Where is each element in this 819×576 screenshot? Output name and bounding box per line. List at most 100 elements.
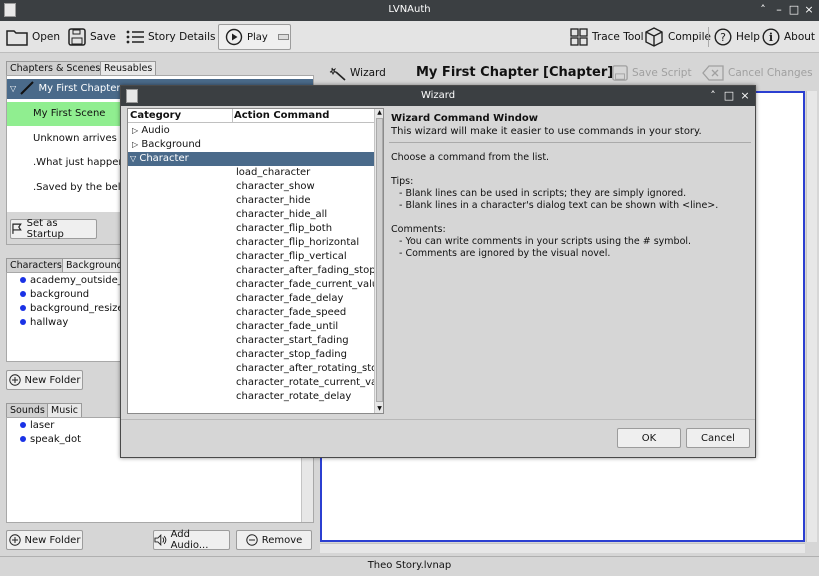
command-item[interactable]: character_flip_vertical bbox=[236, 250, 374, 264]
tab-characters[interactable]: Characters bbox=[6, 258, 66, 273]
command-item[interactable]: character_fade_until bbox=[236, 320, 374, 334]
help-button[interactable]: ? Help bbox=[714, 25, 760, 49]
trace-tool-button[interactable]: Trace Tool bbox=[570, 25, 644, 49]
tab-backgrounds[interactable]: Background bbox=[62, 258, 127, 273]
set-as-startup-button[interactable]: Set as Startup bbox=[10, 218, 97, 240]
dialog-footer-separator bbox=[121, 419, 755, 420]
tree-scrollbar[interactable]: ▲ ▼ bbox=[374, 109, 383, 413]
minimize-icon[interactable]: ˄ bbox=[756, 3, 770, 17]
command-item[interactable]: character_flip_horizontal bbox=[236, 236, 374, 250]
editor-vertical-scrollbar[interactable] bbox=[806, 91, 817, 542]
grid-icon bbox=[570, 28, 588, 46]
audio-item[interactable]: speak_dot bbox=[20, 434, 81, 445]
cancel-changes-button[interactable]: Cancel Changes bbox=[702, 61, 813, 85]
dialog-title-bar: Wizard ˄ □ × bbox=[121, 86, 755, 106]
command-item[interactable]: character_show bbox=[236, 180, 374, 194]
command-item[interactable]: character_fade_delay bbox=[236, 292, 374, 306]
command-item[interactable]: character_after_fading_stop bbox=[236, 264, 374, 278]
compile-button[interactable]: Compile bbox=[644, 25, 711, 49]
scroll-thumb[interactable] bbox=[376, 118, 383, 402]
save-script-button[interactable]: Save Script bbox=[612, 61, 692, 85]
ok-button[interactable]: OK bbox=[617, 428, 681, 448]
category-character[interactable]: ▽ Character bbox=[128, 152, 374, 166]
scroll-down-icon[interactable]: ▼ bbox=[375, 405, 383, 413]
tip-line: - Blank lines in a character's dialog te… bbox=[399, 200, 719, 211]
command-item[interactable]: character_hide bbox=[236, 194, 374, 208]
restore-icon[interactable]: – bbox=[772, 3, 786, 17]
category-audio[interactable]: ▷ Audio bbox=[128, 124, 374, 138]
chapter-name: My First Chapter bbox=[38, 83, 121, 94]
play-dropdown-icon[interactable] bbox=[277, 34, 289, 40]
command-item[interactable]: character_fade_speed bbox=[236, 306, 374, 320]
new-folder-button[interactable]: New Folder bbox=[6, 370, 83, 390]
command-item[interactable]: character_start_fading bbox=[236, 334, 374, 348]
command-item[interactable]: character_fade_current_value bbox=[236, 278, 374, 292]
story-details-button[interactable]: Story Details bbox=[126, 25, 215, 49]
chapter-heading: My First Chapter [Chapter] bbox=[416, 65, 614, 80]
image-item-label: background_resized bbox=[30, 303, 130, 314]
command-item[interactable]: character_rotate_delay bbox=[236, 390, 374, 404]
floppy-icon bbox=[612, 65, 628, 81]
dialog-close-icon[interactable]: × bbox=[738, 89, 752, 103]
new-folder-label: New Folder bbox=[24, 534, 81, 546]
save-button[interactable]: Save bbox=[68, 25, 116, 49]
cancel-button[interactable]: Cancel bbox=[686, 428, 750, 448]
image-item[interactable]: academy_outside_1 bbox=[20, 275, 129, 286]
scene-item[interactable]: .Saved by the bell bbox=[33, 182, 123, 193]
column-header-category[interactable]: Category bbox=[130, 109, 181, 122]
editor-horizontal-scrollbar[interactable] bbox=[320, 543, 805, 553]
scene-item[interactable]: .What just happene bbox=[33, 157, 131, 168]
scene-item[interactable]: Unknown arrives bbox=[33, 133, 117, 144]
dialog-minimize-icon[interactable]: ˄ bbox=[706, 89, 720, 103]
dialog-title: Wizard bbox=[420, 90, 456, 101]
audio-item[interactable]: laser bbox=[20, 420, 54, 431]
tab-chapters-scenes[interactable]: Chapters & Scenes bbox=[6, 61, 105, 75]
dialog-maximize-icon[interactable]: □ bbox=[722, 89, 736, 103]
image-item[interactable]: hallway bbox=[20, 317, 68, 328]
tab-music[interactable]: Music bbox=[47, 403, 83, 418]
image-item[interactable]: background bbox=[20, 289, 89, 300]
open-button[interactable]: Open bbox=[6, 25, 60, 49]
tip-line: - Blank lines can be used in scripts; th… bbox=[399, 188, 687, 199]
comment-line: - Comments are ignored by the visual nov… bbox=[399, 248, 611, 259]
category-background[interactable]: ▷ Background bbox=[128, 138, 374, 152]
help-label: Help bbox=[736, 31, 760, 43]
command-item[interactable]: character_stop_fading bbox=[236, 348, 374, 362]
command-item[interactable]: character_after_rotating_stop bbox=[236, 362, 374, 376]
audio-item-label: laser bbox=[30, 420, 55, 431]
comment-line: - You can write comments in your scripts… bbox=[399, 236, 692, 247]
scroll-up-icon[interactable]: ▲ bbox=[375, 109, 383, 117]
maximize-icon[interactable]: □ bbox=[787, 3, 801, 17]
wizard-button[interactable]: Wizard bbox=[328, 61, 386, 85]
play-button[interactable]: Play bbox=[218, 24, 291, 50]
wizard-label: Wizard bbox=[350, 67, 386, 79]
bullet-icon bbox=[20, 422, 26, 428]
status-bar: Theo Story.lvnap bbox=[0, 556, 819, 576]
tab-reusables[interactable]: Reusables bbox=[100, 61, 157, 75]
command-item[interactable]: character_flip_both bbox=[236, 222, 374, 236]
scene-item[interactable]: My First Scene bbox=[7, 102, 125, 126]
column-header-action[interactable]: Action Command bbox=[234, 109, 329, 122]
bullet-icon bbox=[20, 319, 26, 325]
close-icon[interactable]: × bbox=[802, 3, 816, 17]
add-audio-label: Add Audio... bbox=[170, 529, 209, 551]
remove-label: Remove bbox=[261, 534, 303, 546]
save-script-label: Save Script bbox=[632, 67, 692, 79]
save-label: Save bbox=[90, 31, 116, 43]
info-separator bbox=[389, 142, 751, 143]
about-button[interactable]: i About bbox=[762, 25, 815, 49]
tab-sounds[interactable]: Sounds bbox=[6, 403, 49, 418]
tips-title: Tips: bbox=[391, 176, 414, 187]
command-item[interactable]: load_character bbox=[236, 166, 374, 180]
bullet-icon bbox=[20, 291, 26, 297]
cancel-changes-label: Cancel Changes bbox=[728, 67, 813, 79]
flag-icon bbox=[12, 223, 22, 234]
command-item[interactable]: character_rotate_current_val bbox=[236, 376, 374, 390]
image-item[interactable]: background_resized bbox=[20, 303, 130, 314]
new-folder-label: New Folder bbox=[24, 374, 81, 386]
category-label: Character bbox=[139, 153, 189, 164]
add-audio-button[interactable]: Add Audio... bbox=[153, 529, 230, 551]
command-item[interactable]: character_hide_all bbox=[236, 208, 374, 222]
audio-new-folder-button[interactable]: New Folder bbox=[6, 530, 83, 550]
remove-button[interactable]: Remove bbox=[236, 530, 312, 550]
